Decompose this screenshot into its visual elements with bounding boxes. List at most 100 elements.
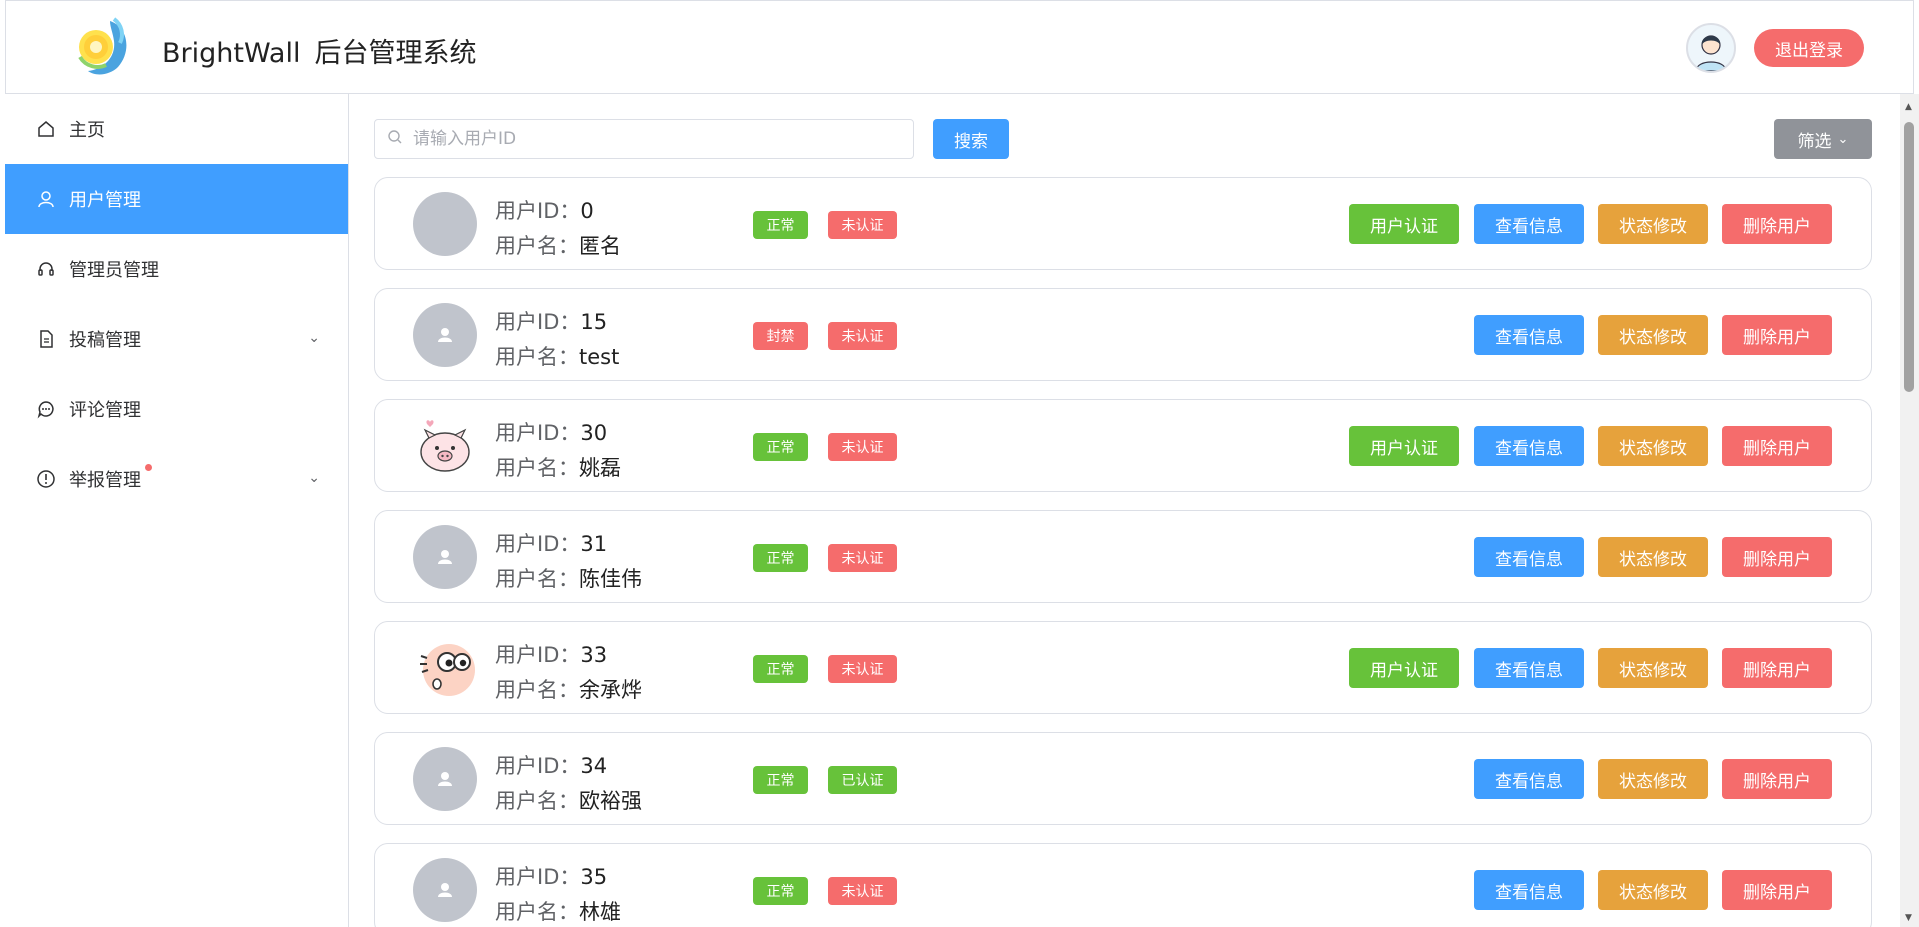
view-info-button[interactable]: 查看信息 — [1474, 315, 1584, 355]
change-status-button[interactable]: 状态修改 — [1598, 315, 1708, 355]
user-name-label: 用户名： — [495, 456, 579, 480]
auth-badge: 未认证 — [828, 877, 897, 905]
view-info-button[interactable]: 查看信息 — [1474, 759, 1584, 799]
user-card: 用户ID：31 用户名：陈佳伟 正常 未认证 查看信息 状态修改 删除用户 — [374, 510, 1872, 603]
user-card: 用户ID：15 用户名：test 封禁 未认证 查看信息 状态修改 删除用户 — [374, 288, 1872, 381]
delete-user-button[interactable]: 删除用户 — [1722, 870, 1832, 910]
filter-button[interactable]: 筛选 ⌄ — [1774, 119, 1872, 159]
default-user-icon — [438, 883, 452, 897]
user-name-label: 用户名： — [495, 345, 579, 369]
change-status-button[interactable]: 状态修改 — [1598, 759, 1708, 799]
chevron-down-icon: ⌄ — [1837, 131, 1849, 146]
status-badge: 正常 — [753, 877, 808, 905]
user-name-value: 林雄 — [579, 900, 621, 924]
status-badge: 正常 — [753, 766, 808, 794]
sidebar-item-submissions[interactable]: 投稿管理 ⌄ — [5, 304, 348, 374]
user-name-label: 用户名： — [495, 234, 579, 258]
user-info: 用户ID：34 用户名：欧裕强 — [495, 749, 642, 819]
user-name-value: 匿名 — [579, 234, 621, 258]
sidebar-item-label: 投稿管理 — [69, 330, 141, 351]
logout-button[interactable]: 退出登录 — [1754, 29, 1864, 67]
status-badge: 正常 — [753, 433, 808, 461]
delete-user-button[interactable]: 删除用户 — [1722, 204, 1832, 244]
view-info-button[interactable]: 查看信息 — [1474, 426, 1584, 466]
search-icon — [387, 129, 403, 149]
user-id-label: 用户ID： — [495, 421, 581, 445]
brand-title: BrightWall 后台管理系统 — [162, 31, 476, 70]
auth-badge: 未认证 — [828, 211, 897, 239]
auth-badge: 未认证 — [828, 655, 897, 683]
user-name-value: 余承烨 — [579, 678, 642, 702]
sidebar-item-comments[interactable]: 评论管理 — [5, 374, 348, 444]
default-user-icon — [438, 550, 452, 564]
user-card: 用户ID：35 用户名：林雄 正常 未认证 查看信息 状态修改 删除用户 — [374, 843, 1872, 927]
user-avatar — [413, 525, 477, 589]
verify-user-button[interactable]: 用户认证 — [1349, 204, 1459, 244]
user-avatar — [413, 414, 477, 478]
system-title: 后台管理系统 — [314, 38, 477, 69]
delete-user-button[interactable]: 删除用户 — [1722, 537, 1832, 577]
delete-user-button[interactable]: 删除用户 — [1722, 648, 1832, 688]
user-card: 用户ID：33 用户名：余承烨 正常 未认证 用户认证 查看信息 状态修改 删除… — [374, 621, 1872, 714]
verify-user-button[interactable]: 用户认证 — [1349, 648, 1459, 688]
scroll-down-arrow[interactable]: ▼ — [1905, 913, 1912, 923]
sidebar-item-admins[interactable]: 管理员管理 — [5, 234, 348, 304]
user-avatar — [413, 747, 477, 811]
user-info: 用户ID：33 用户名：余承烨 — [495, 638, 642, 708]
change-status-button[interactable]: 状态修改 — [1598, 537, 1708, 577]
app: BrightWall 后台管理系统 退出登录 主页 用户管理 管理员管理 投稿管… — [0, 0, 1919, 927]
default-user-icon — [438, 772, 452, 786]
view-info-button[interactable]: 查看信息 — [1474, 537, 1584, 577]
user-id-value: 15 — [580, 310, 608, 334]
user-id-value: 34 — [580, 754, 608, 778]
scroll-up-arrow[interactable]: ▲ — [1905, 102, 1912, 112]
delete-user-button[interactable]: 删除用户 — [1722, 759, 1832, 799]
cartoon-avatar-icon — [420, 644, 475, 696]
search-box — [374, 119, 914, 159]
user-avatar — [413, 858, 477, 922]
view-info-button[interactable]: 查看信息 — [1474, 648, 1584, 688]
change-status-button[interactable]: 状态修改 — [1598, 648, 1708, 688]
status-badge: 封禁 — [753, 322, 808, 350]
sidebar-item-users[interactable]: 用户管理 — [5, 164, 348, 234]
status-badge: 正常 — [753, 655, 808, 683]
user-id-value: 0 — [580, 199, 594, 223]
main-content: 搜索 筛选 ⌄ 用户ID：0 用户名：匿名 正常 未认证 用户认证 查看信息 状… — [350, 94, 1900, 927]
user-info: 用户ID：31 用户名：陈佳伟 — [495, 527, 642, 597]
user-id-value: 35 — [580, 865, 608, 889]
sidebar-item-home[interactable]: 主页 — [5, 94, 348, 164]
chevron-down-icon: ⌄ — [308, 330, 320, 346]
user-info: 用户ID：30 用户名：姚磊 — [495, 416, 621, 486]
admin-avatar[interactable] — [1686, 23, 1736, 73]
delete-user-button[interactable]: 删除用户 — [1722, 426, 1832, 466]
user-id-value: 33 — [580, 643, 608, 667]
change-status-button[interactable]: 状态修改 — [1598, 870, 1708, 910]
default-user-icon — [438, 328, 452, 342]
sidebar-item-label: 管理员管理 — [69, 260, 159, 281]
user-avatar — [413, 303, 477, 367]
sidebar-item-label: 举报管理 — [69, 470, 141, 491]
headset-icon — [35, 258, 57, 280]
page-scrollbar[interactable]: ▲ ▼ — [1900, 94, 1919, 927]
change-status-button[interactable]: 状态修改 — [1598, 204, 1708, 244]
user-name-label: 用户名： — [495, 789, 579, 813]
view-info-button[interactable]: 查看信息 — [1474, 870, 1584, 910]
delete-user-button[interactable]: 删除用户 — [1722, 315, 1832, 355]
verify-user-button[interactable]: 用户认证 — [1349, 426, 1459, 466]
status-badge: 正常 — [753, 544, 808, 572]
chat-icon — [35, 398, 57, 420]
user-id-label: 用户ID： — [495, 532, 581, 556]
auth-badge: 已认证 — [828, 766, 897, 794]
view-info-button[interactable]: 查看信息 — [1474, 204, 1584, 244]
user-card: 用户ID：0 用户名：匿名 正常 未认证 用户认证 查看信息 状态修改 删除用户 — [374, 177, 1872, 270]
sidebar-item-reports[interactable]: 举报管理 ⌄ — [5, 444, 348, 514]
search-button[interactable]: 搜索 — [933, 119, 1009, 159]
pig-avatar-icon — [420, 420, 470, 472]
user-name-value: test — [579, 345, 620, 369]
change-status-button[interactable]: 状态修改 — [1598, 426, 1708, 466]
search-input[interactable] — [413, 129, 893, 149]
user-id-label: 用户ID： — [495, 754, 581, 778]
user-card: 用户ID：30 用户名：姚磊 正常 未认证 用户认证 查看信息 状态修改 删除用… — [374, 399, 1872, 492]
auth-badge: 未认证 — [828, 544, 897, 572]
scrollbar-thumb[interactable] — [1904, 122, 1914, 392]
